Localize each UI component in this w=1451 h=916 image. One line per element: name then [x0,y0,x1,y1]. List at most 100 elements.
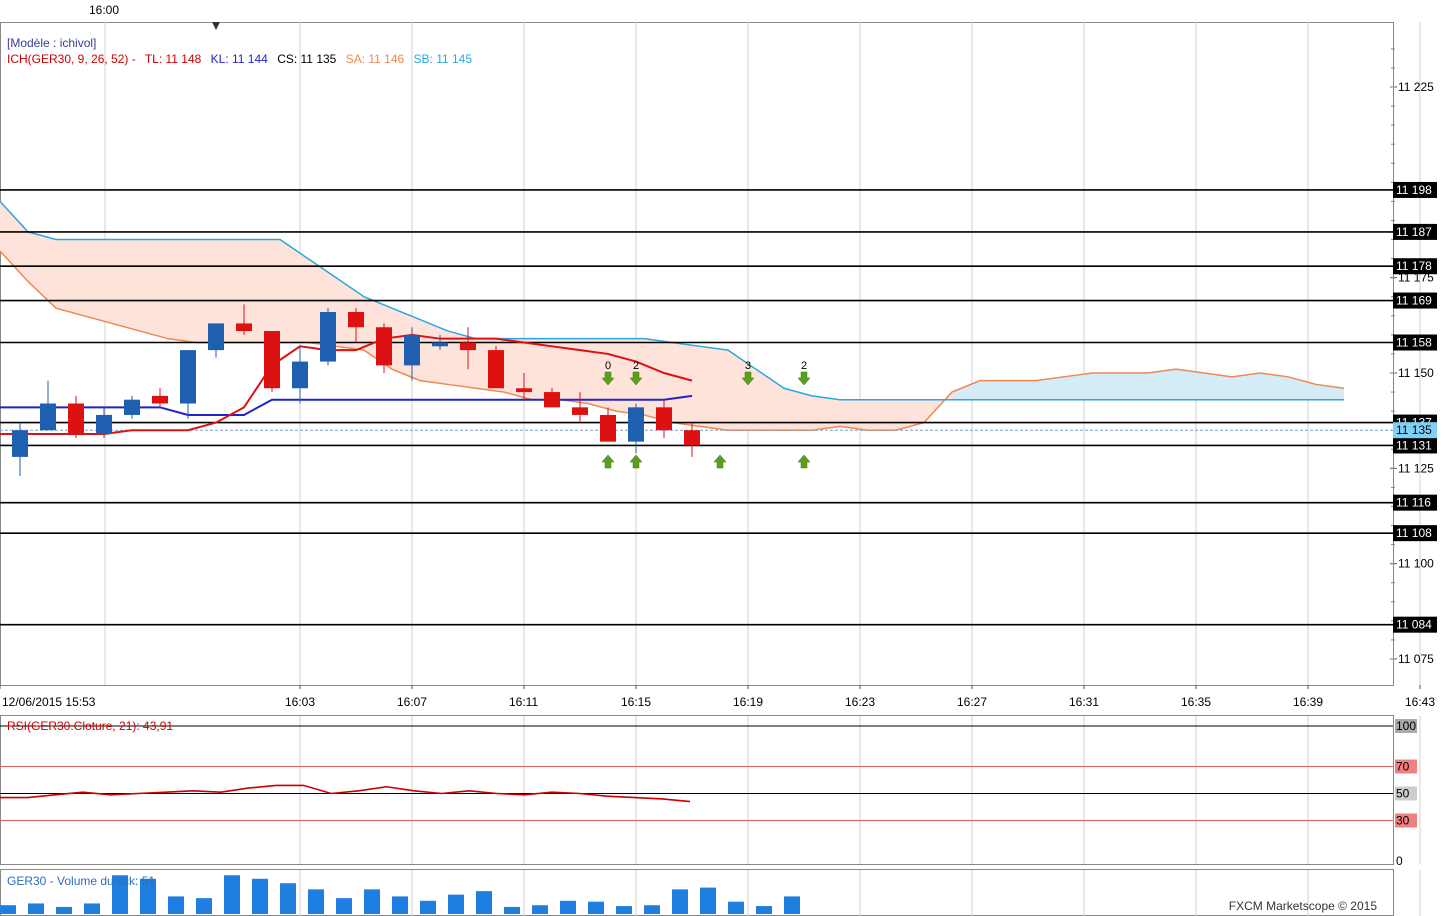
ichimoku-cloud-segment [1232,373,1260,400]
brand-label: FXCM Marketscope © 2015 [1228,899,1377,913]
candle-body [152,395,168,404]
tl-value: TL: 11 148 [144,52,202,66]
volume-bar [476,891,492,914]
ichimoku-cloud-segment [112,239,140,332]
rsi-panel-frame [0,715,1394,865]
candle-body [376,327,392,366]
candle-body [208,323,224,351]
level-label: 11 158 [1396,335,1432,349]
ichimoku-cloud-segment [700,346,728,431]
ichimoku-cloud-segment [0,201,28,282]
current-price-label: 11 135 [1396,423,1432,437]
signal-label: 2 [633,360,639,372]
candle-body [600,414,616,442]
volume-bar [504,906,520,914]
rsi-axis-label: 0 [1396,854,1403,868]
candle-body [236,323,252,332]
candle-body [40,403,56,431]
x-tick-label: 16:35 [1181,695,1211,709]
ichimoku-cloud-segment [840,399,868,431]
volume-bar [28,903,44,914]
top-marker-label: 16:00 [89,3,120,17]
ichimoku-cloud-segment [252,239,280,343]
candle-body [320,311,336,362]
volume-bar [532,905,548,914]
chart-canvas[interactable]: 12/06/2015 15:53 16:03 16:07 16:11 16:15 16:1… [0,0,1451,916]
rsi-axis-label: 50 [1396,787,1410,801]
ichimoku-cloud-segment [28,231,56,309]
level-label: 11 178 [1396,259,1432,273]
level-label: 11 108 [1396,526,1432,540]
ichimoku-cloud-segment [1064,373,1092,400]
candle-body [516,388,532,393]
x-tick-label: 16:39 [1293,695,1323,709]
volume-bar [784,896,800,914]
ichimoku-cloud-segment [140,239,168,339]
ichimoku-cloud-segment [1148,369,1176,400]
volume-bar [168,896,184,914]
candle-body [180,350,196,404]
candle-body [572,407,588,415]
candle-body [628,407,644,442]
rsi-axis-label: 100 [1396,719,1416,733]
candle-body [404,334,420,366]
volume-bar [672,889,688,914]
x-tick-label: 12/06/2015 15:53 [2,695,96,709]
sa-value: SA: 11 146 [345,52,405,66]
volume-bar [336,898,352,914]
signal-down-arrow-icon [797,371,811,386]
ichimoku-cloud-segment [980,380,1008,400]
ichimoku-cloud-segment [1204,373,1232,400]
volume-bar [700,887,716,914]
candle-body [684,430,700,446]
volume-bar [644,905,660,914]
ichimoku-cloud-segment [728,350,756,431]
rsi-legend: RSI(GER30.Cloture, 21): 43,91 [7,719,174,733]
sb-value: SB: 11 145 [413,52,473,66]
candle-body [544,392,560,408]
signal-up-arrow-icon [601,454,615,469]
volume-bar [84,903,100,914]
y-tick-label: 11 150 [1398,366,1434,380]
x-tick-label: 16:15 [621,695,651,709]
volume-bar [588,901,604,914]
volume-legend: GER30 - Volume du tick: 51 [7,874,156,888]
level-label: 11 116 [1396,496,1431,510]
candle-body [292,361,308,389]
ichimoku-cloud-segment [1120,373,1148,400]
volume-bar [252,878,268,914]
volume-bar [392,896,408,914]
time-marker-icon [212,22,220,30]
signal-label: 0 [605,360,611,372]
level-label: 11 198 [1396,183,1432,197]
candle-body [348,311,364,328]
kl-value: KL: 11 144 [210,52,268,66]
rsi-axis-label: 70 [1396,760,1410,774]
candle-body [656,407,672,431]
ichimoku-cloud-segment [1092,373,1120,400]
volume-bar [196,898,212,914]
cs-value: CS: 11 135 [277,52,337,66]
candle-body [264,331,280,389]
volume-bar [0,905,16,914]
candle-body [124,399,140,415]
x-tick-label: 16:19 [733,695,763,709]
volume-bar [56,906,72,914]
volume-bar [364,889,380,914]
x-tick-label: 16:43 [1405,695,1435,709]
volume-bar [728,901,744,914]
volume-bar [280,883,296,914]
level-label: 11 131 [1396,438,1432,452]
rsi-axis-label: 30 [1396,814,1410,828]
x-tick-label: 16:11 [509,695,538,709]
ichimoku-legend: ICH(GER30, 9, 26, 52) - TL: 11 148 KL: 1… [7,52,478,66]
ichimoku-cloud-segment [84,239,112,324]
level-label: 11 169 [1396,294,1432,308]
volume-bar [224,875,240,914]
signal-up-arrow-icon [797,454,811,469]
ichimoku-cloud-segment [56,239,84,316]
candle-body [12,430,28,457]
signal-up-arrow-icon [713,454,727,469]
level-label: 11 187 [1396,225,1432,239]
signal-label: 2 [801,360,807,372]
